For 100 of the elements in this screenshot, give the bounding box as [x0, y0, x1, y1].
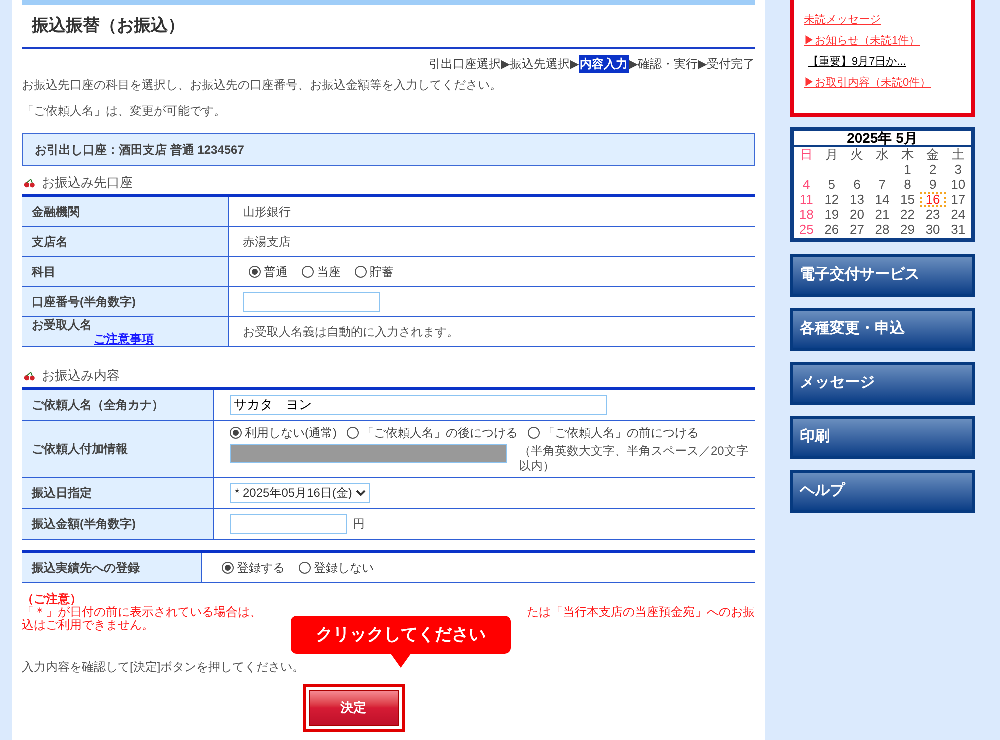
weekday-label: 月 [824, 147, 840, 162]
date-select[interactable]: * 2025年05月16日(金) [230, 483, 370, 503]
nav-button[interactable]: 印刷 [790, 416, 975, 459]
radio-button[interactable] [249, 266, 261, 278]
field-label: ご依頼人付加情報 [32, 442, 129, 456]
radio-option[interactable]: 「ご依頼人名」の後につける [347, 424, 518, 442]
calendar-day: 16 [920, 192, 946, 207]
step-label: 内容入力 [579, 55, 629, 73]
page-title: 振込振替（お振込） [32, 15, 185, 38]
field-label: お受取人名 [32, 318, 93, 332]
radio-button[interactable] [222, 562, 234, 574]
radio-option[interactable]: 「ご依頼人名」の前につける [528, 424, 699, 442]
calendar-day: 4 [794, 177, 820, 192]
weekday-label: 土 [950, 147, 966, 162]
field-label: 振込金額(半角数字) [32, 517, 137, 531]
radio-option[interactable]: 普通 [249, 262, 288, 280]
radio-option[interactable]: 登録しない [299, 558, 374, 576]
notice-title: （ご注意） [22, 593, 83, 606]
nav-button[interactable]: 電子交付サービス [790, 254, 975, 297]
calendar-day: 6 [844, 177, 870, 192]
field-label: 口座番号(半角数字) [32, 294, 137, 308]
cherry-icon [24, 372, 36, 380]
radio-button[interactable] [230, 427, 242, 439]
source-account-text: お引出し口座：酒田支店 普通 1234567 [35, 142, 244, 158]
weekday-label: 水 [874, 147, 890, 162]
nav-button[interactable]: 各種変更・申込 [790, 308, 975, 351]
calendar-day: 10 [946, 177, 971, 192]
field-label: 振込実績先への登録 [32, 560, 141, 574]
calendar-day: 23 [920, 207, 946, 222]
calendar-day: 11 [794, 192, 820, 207]
field-value: お受取人名義は自動的に入力されます。 [243, 324, 459, 340]
field-value: 赤湯支店 [243, 234, 291, 250]
radio-option[interactable]: 利用しない(通常) [230, 424, 337, 442]
message-category-link[interactable]: ▶お取引内容（未読0件） [804, 77, 961, 90]
calendar-day: 18 [794, 207, 820, 222]
instruction-text: お振込先口座の科目を選択し、お振込先の口座番号、お振込金額等を入力してください。 [22, 77, 503, 93]
step-separator: ▶ [570, 56, 579, 73]
calendar-day: 29 [895, 222, 920, 237]
calendar-day: 25 [794, 222, 820, 237]
calendar-day: 20 [844, 207, 870, 222]
calendar-day: 12 [819, 192, 845, 207]
notes-link[interactable]: ご注意事項 [32, 332, 218, 346]
step-separator: ▶ [629, 56, 638, 73]
field-label: 金融機関 [32, 204, 81, 218]
field-value: 山形銀行 [243, 204, 291, 220]
input-field[interactable]: サカタ ヨン [230, 395, 607, 415]
weekday-label: 日 [799, 147, 814, 162]
calendar-day: 14 [870, 192, 896, 207]
calendar-day: 19 [819, 207, 845, 222]
calendar-day: 31 [946, 222, 971, 237]
calendar-day: 8 [895, 177, 920, 192]
step-label: 引出口座選択 [429, 56, 501, 73]
instruction-text: 「ご依頼人名」は、変更が可能です。 [22, 103, 227, 119]
field-label: 振込日指定 [32, 486, 93, 500]
tooltip: クリックしてください [291, 616, 511, 668]
radio-button[interactable] [528, 427, 540, 439]
currency-unit: 円 [353, 516, 365, 533]
calendar-day: 24 [946, 207, 971, 222]
notice-text: たは「当行本支店の当座預金宛」へのお振 [527, 606, 755, 619]
weekday-label: 金 [926, 147, 941, 162]
radio-option[interactable]: 当座 [302, 262, 341, 280]
input-field[interactable] [243, 292, 380, 312]
submit-button[interactable]: 決定 [308, 690, 398, 726]
calendar-day: 26 [819, 222, 845, 237]
nav-button[interactable]: ヘルプ [790, 470, 975, 513]
radio-button[interactable] [355, 266, 367, 278]
calendar-day: 1 [895, 162, 920, 177]
calendar-title: 2025年 5月 [794, 131, 971, 147]
calendar-day: 21 [870, 207, 896, 222]
weekday-label: 木 [900, 147, 916, 162]
radio-option[interactable]: 貯蓄 [355, 262, 394, 280]
calendar-day: 30 [920, 222, 946, 237]
cherry-icon [24, 178, 36, 188]
radio-button[interactable] [299, 562, 311, 574]
field-label: 支店名 [32, 234, 69, 248]
unread-messages-link[interactable]: 未読メッセージ [804, 14, 961, 27]
input-field[interactable] [230, 514, 347, 534]
radio-button[interactable] [302, 266, 314, 278]
step-separator: ▶ [698, 56, 707, 73]
field-label: 科目 [32, 264, 57, 278]
radio-button[interactable] [347, 427, 359, 439]
calendar-day: 22 [895, 207, 920, 222]
nav-button[interactable]: メッセージ [790, 362, 975, 405]
message-category-link[interactable]: ▶お知らせ（未読1件） [804, 35, 961, 48]
radio-option[interactable]: 登録する [222, 558, 285, 576]
section-heading: お振込み内容 [42, 367, 120, 386]
step-separator: ▶ [501, 56, 510, 73]
calendar-day: 3 [946, 162, 971, 177]
notice-text: 込はご利用できません。 [22, 618, 154, 632]
step-label: 確認・実行 [638, 56, 698, 73]
calendar-day: 5 [819, 177, 845, 192]
weekday-label: 火 [850, 147, 865, 162]
message-link[interactable]: 【重要】9月7日か... [804, 56, 961, 69]
calendar-day: 7 [870, 177, 896, 192]
calendar-day: 2 [920, 162, 946, 177]
step-label: 振込先選択 [510, 56, 570, 73]
calendar-day: 15 [895, 192, 920, 207]
calendar-day: 27 [844, 222, 870, 237]
step-label: 受付完了 [707, 56, 755, 73]
input-field[interactable] [230, 444, 507, 463]
